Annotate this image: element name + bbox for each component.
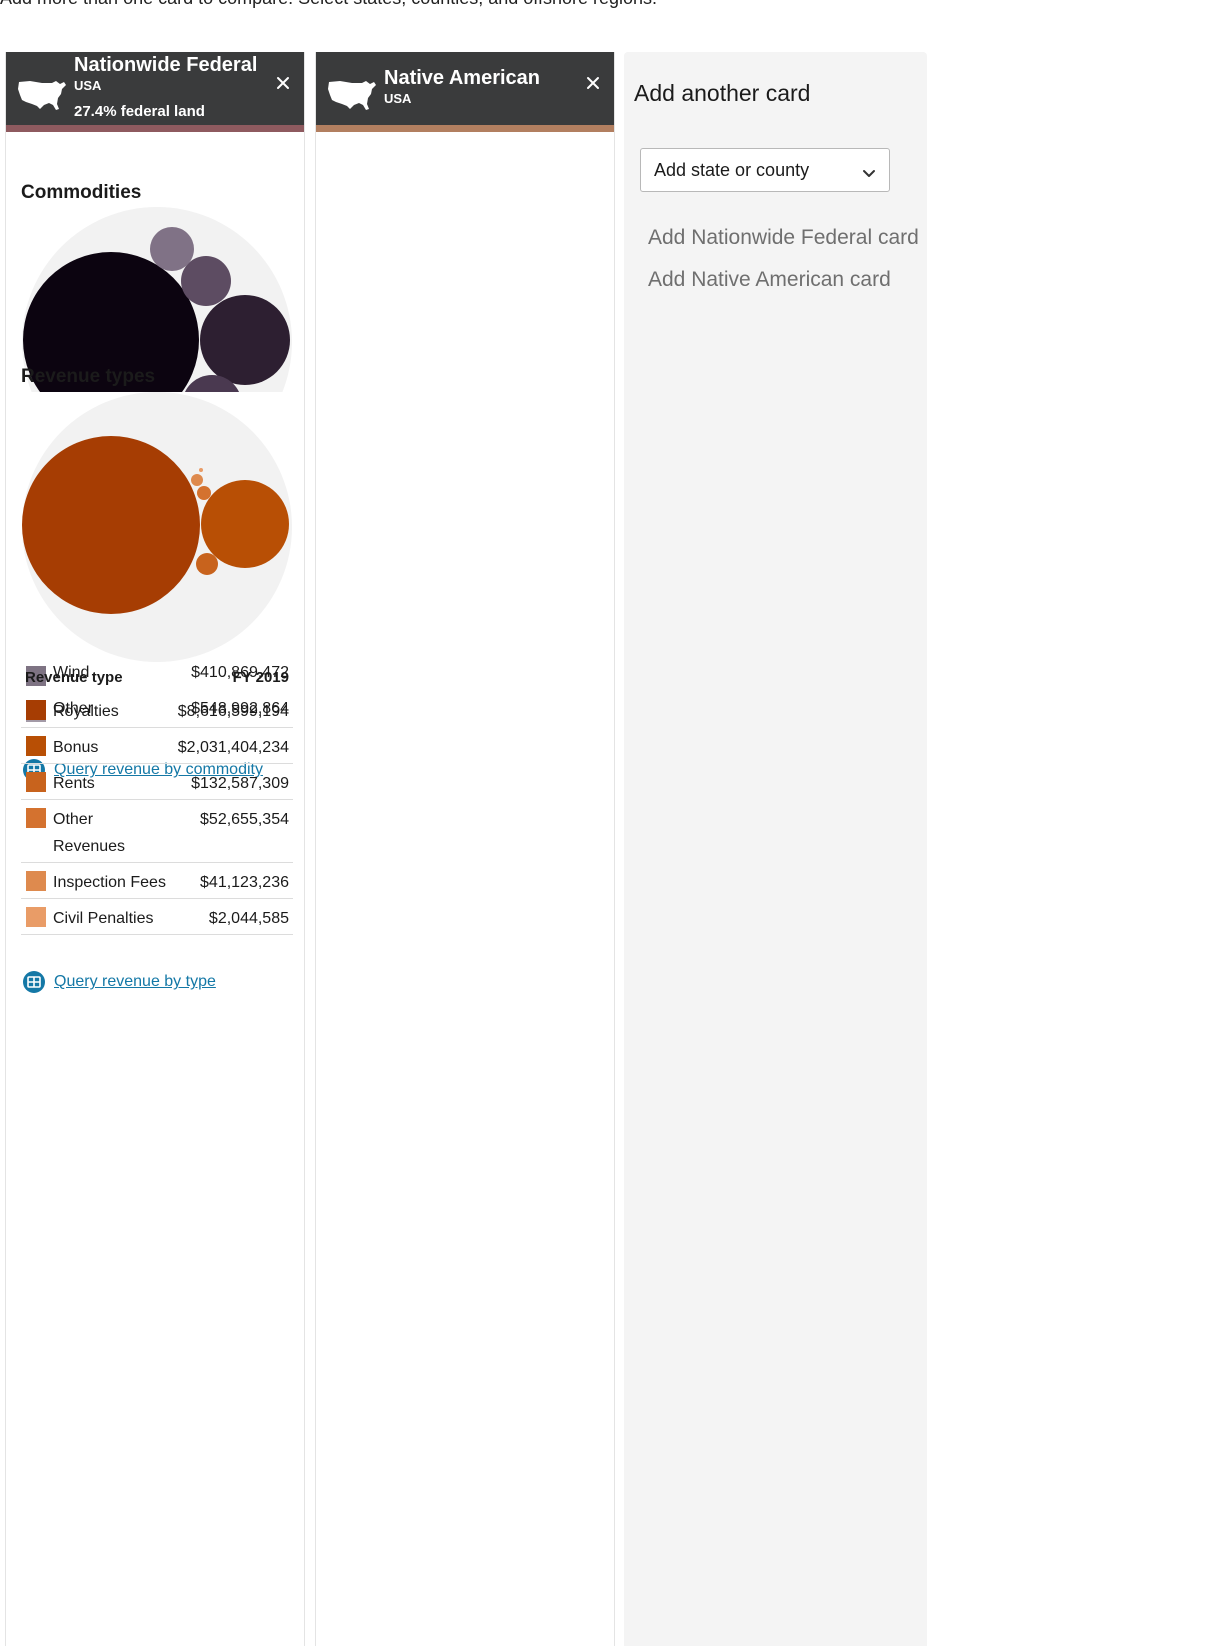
card-title: Native American — [384, 67, 540, 89]
revenue-bubble-civil-penalties — [199, 468, 203, 472]
revenue-row-inspection-fees: Inspection Fees $41,123,236 — [21, 863, 293, 899]
fiscal-year-column-header: FY 2019 — [232, 669, 289, 686]
federal-land-text: 27.4% federal land — [74, 103, 205, 120]
card-accent-bar — [316, 125, 614, 132]
revenue-bubble-inspection-fees — [191, 474, 203, 486]
close-icon[interactable] — [274, 74, 292, 92]
add-card-title: Add another card — [634, 80, 811, 106]
card-native-american: Native American USA — [315, 52, 615, 1646]
revenue-bubble-other-revenues — [197, 486, 211, 500]
table-icon — [22, 970, 46, 994]
revenue-value: $52,655,354 — [200, 811, 289, 828]
revenue-type-name: Inspection Fees — [53, 874, 166, 891]
revenue-row-royalties: Royalties $8,616,599,194 — [21, 692, 293, 728]
legend-swatch — [26, 871, 46, 891]
usa-map-icon — [16, 76, 68, 112]
revenue-row-civil-penalties: Civil Penalties $2,044,585 — [21, 899, 293, 935]
add-state-or-county-select[interactable]: Add state or county — [640, 148, 890, 192]
revenue-value: $2,031,404,234 — [177, 739, 289, 756]
revenue-bubble-bonus — [201, 480, 289, 568]
revenue-type-name: Bonus — [53, 739, 99, 756]
commodities-title: Commodities — [21, 182, 142, 203]
legend-swatch — [26, 772, 46, 792]
revenue-bubble-rents — [196, 553, 218, 575]
revenue-type-name: Royalties — [53, 703, 119, 720]
revenue-types-bubble-chart — [21, 392, 293, 662]
chevron-down-icon — [861, 165, 877, 181]
card-nationwide-federal: Nationwide Federal USA 27.4% federal lan… — [5, 52, 305, 1646]
commodities-bubble-chart — [21, 207, 293, 392]
legend-swatch — [26, 700, 46, 720]
revenue-type-name: Civil Penalties — [53, 910, 154, 927]
card-header: Native American USA — [316, 52, 614, 132]
card-accent-bar — [6, 125, 304, 132]
revenue-bubble-royalties — [22, 436, 200, 614]
add-native-american-card-link[interactable]: Add Native American card — [648, 268, 891, 292]
revenue-row-rents: Rents $132,587,309 — [21, 764, 293, 800]
commodity-bubble-other — [150, 227, 194, 271]
add-nationwide-federal-card-link[interactable]: Add Nationwide Federal card — [648, 226, 919, 250]
revenue-value: $41,123,236 — [200, 874, 289, 891]
card-subtitle: USA — [74, 78, 102, 93]
commodity-bubble-gas — [200, 295, 290, 385]
revenue-type-name: Other Revenues — [53, 811, 126, 855]
revenue-row-other-revenues: Other Revenues $52,655,354 — [21, 800, 293, 863]
usa-map-icon — [326, 76, 378, 112]
card-title: Nationwide Federal — [74, 54, 258, 76]
legend-swatch — [26, 907, 46, 927]
add-card-panel: Add another card Add state or county Add… — [624, 52, 927, 1646]
revenue-types-title: Revenue types — [21, 366, 156, 387]
select-label: Add state or county — [654, 160, 810, 180]
legend-swatch — [26, 808, 46, 828]
revenue-value: $8,616,599,194 — [177, 703, 289, 720]
revenue-type-name: Rents — [53, 775, 95, 792]
revenue-value: $2,044,585 — [208, 910, 289, 927]
intro-text: Add more than one card to compare. Selec… — [0, 0, 657, 9]
card-header: Nationwide Federal USA 27.4% federal lan… — [6, 52, 304, 132]
card-subtitle: USA — [384, 91, 412, 106]
close-icon[interactable] — [584, 74, 602, 92]
revenue-row-bonus: Bonus $2,031,404,234 — [21, 728, 293, 764]
query-revenue-by-type-link[interactable]: Query revenue by type — [22, 970, 216, 994]
revenue-value: $132,587,309 — [191, 775, 289, 792]
revenue-type-column-header: Revenue type — [25, 669, 123, 686]
legend-swatch — [26, 736, 46, 756]
revenue-table-header: Revenue type FY 2019 — [21, 669, 293, 693]
